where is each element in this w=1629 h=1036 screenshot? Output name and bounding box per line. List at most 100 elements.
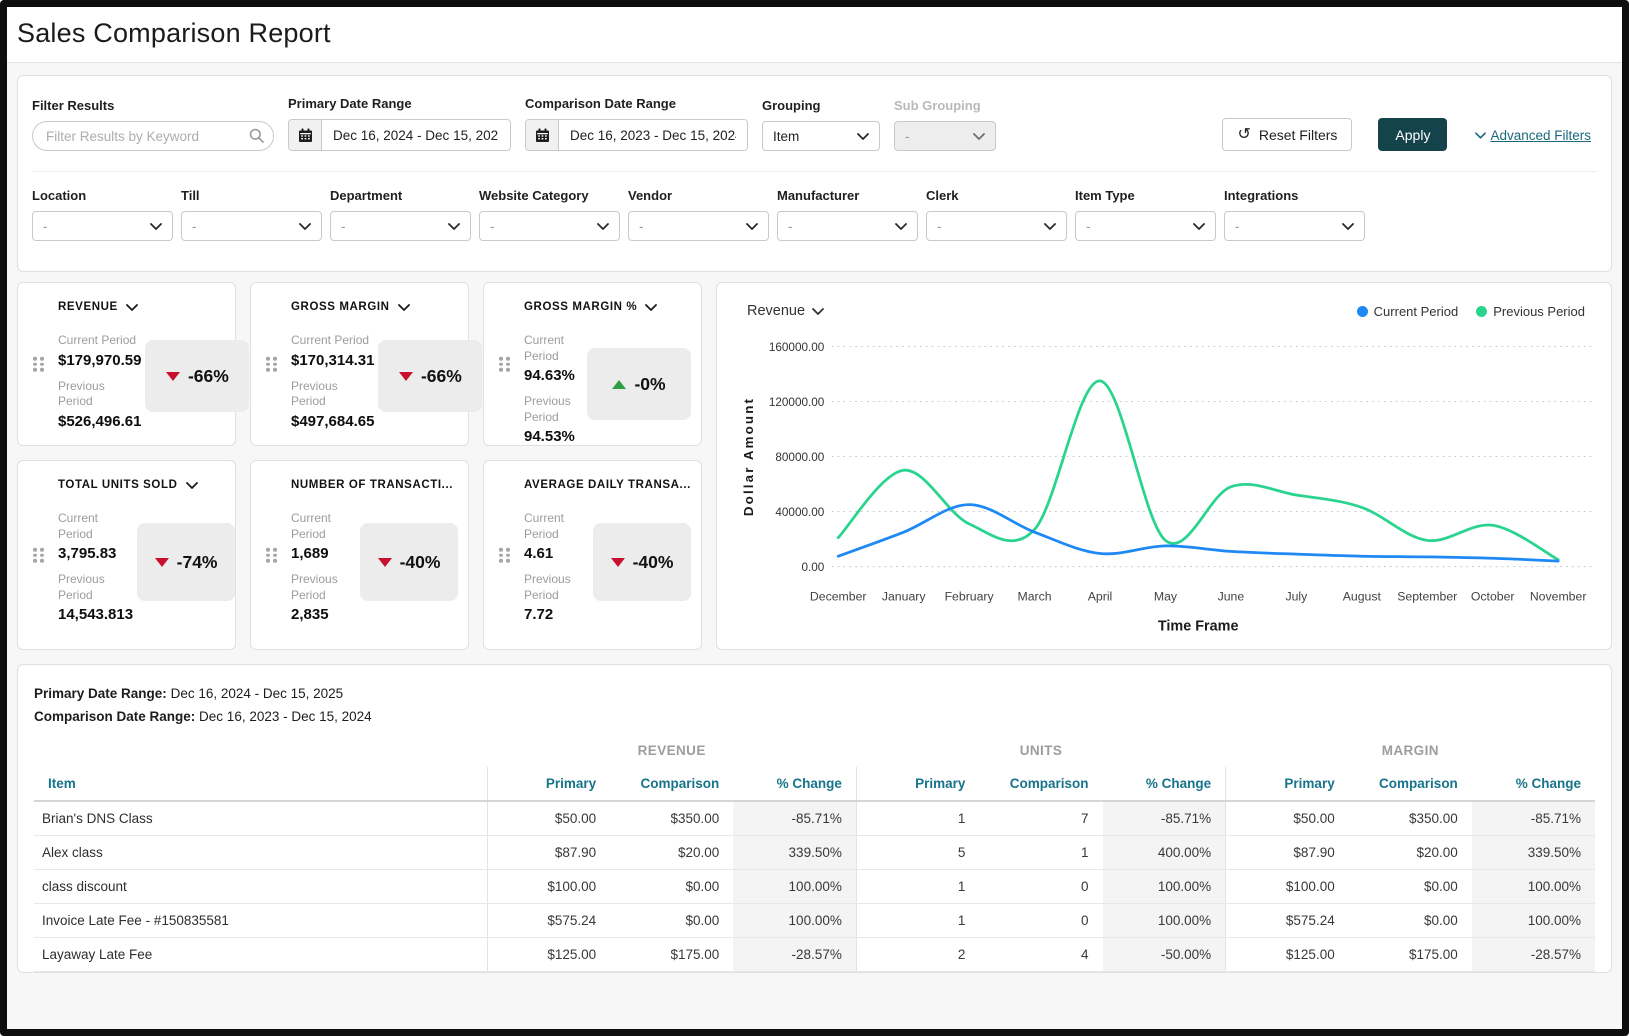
manufacturer-select[interactable]: - bbox=[777, 211, 918, 241]
percent-change-badge: -40% bbox=[360, 523, 458, 601]
filter-manufacturer: Manufacturer - bbox=[777, 188, 918, 241]
kpi-metric-selector[interactable]: GROSS MARGIN bbox=[291, 301, 458, 313]
apply-button[interactable]: Apply bbox=[1378, 118, 1447, 151]
svg-text:40000.00: 40000.00 bbox=[775, 506, 824, 519]
reset-icon: ↺ bbox=[1237, 127, 1250, 143]
value-cell: 339.50% bbox=[733, 836, 856, 870]
current-period-value: 4.61 bbox=[524, 545, 589, 562]
chart-metric-selector[interactable]: Revenue bbox=[747, 303, 824, 319]
filter-keyword-group: Filter Results bbox=[32, 98, 274, 151]
grouping-label: Grouping bbox=[762, 98, 880, 113]
column-header-revenue-change[interactable]: % Change bbox=[733, 767, 856, 801]
percent-change-badge: -74% bbox=[137, 523, 235, 601]
filter-clerk: Clerk - bbox=[926, 188, 1067, 241]
chevron-down-icon bbox=[973, 133, 985, 140]
drag-handle-icon[interactable] bbox=[33, 357, 44, 372]
sub-grouping-select: - bbox=[894, 121, 996, 151]
chevron-down-icon bbox=[1044, 223, 1056, 230]
column-header-units-change[interactable]: % Change bbox=[1103, 767, 1226, 801]
legend-item-current-period[interactable]: Current Period bbox=[1357, 304, 1459, 319]
comparison-date-input[interactable] bbox=[559, 120, 747, 150]
item-cell: class discount bbox=[34, 870, 487, 904]
calendar-icon[interactable] bbox=[289, 120, 322, 150]
current-period-label: Current Period bbox=[291, 511, 356, 542]
column-header-margin-change[interactable]: % Change bbox=[1472, 767, 1595, 801]
reset-filters-button[interactable]: ↺ Reset Filters bbox=[1222, 118, 1352, 151]
search-input[interactable] bbox=[32, 121, 274, 151]
chevron-down-icon bbox=[299, 223, 311, 230]
chevron-down-icon bbox=[1475, 132, 1486, 139]
filter-row-secondary: Location - Till - Department - Website C… bbox=[32, 171, 1597, 271]
column-header-margin-primary[interactable]: Primary bbox=[1226, 767, 1349, 801]
drag-handle-icon[interactable] bbox=[33, 548, 44, 563]
legend-item-previous-period[interactable]: Previous Period bbox=[1476, 304, 1585, 319]
column-header-margin-comparison[interactable]: Comparison bbox=[1349, 767, 1472, 801]
svg-text:September: September bbox=[1397, 590, 1457, 604]
kpi-metric-selector[interactable]: GROSS MARGIN % bbox=[524, 301, 691, 313]
item-type-select[interactable]: - bbox=[1075, 211, 1216, 241]
comparison-date-label: Comparison Date Range bbox=[525, 96, 748, 111]
svg-text:120000.00: 120000.00 bbox=[769, 396, 825, 409]
page-title: Sales Comparison Report bbox=[17, 18, 1606, 49]
value-cell: 1 bbox=[856, 904, 979, 938]
column-header-units-primary[interactable]: Primary bbox=[856, 767, 979, 801]
percent-change-badge: -0% bbox=[587, 348, 691, 420]
kpi-metric-selector[interactable]: AVERAGE DAILY TRANSA... bbox=[524, 479, 691, 491]
drag-handle-icon[interactable] bbox=[499, 357, 510, 372]
series-previous-period bbox=[838, 381, 1558, 560]
value-cell: $100.00 bbox=[1226, 870, 1349, 904]
kpi-card-gross-margin: GROSS MARGIN Current Period $170,314.31 … bbox=[250, 282, 469, 446]
location-select[interactable]: - bbox=[32, 211, 173, 241]
previous-period-value: 2,835 bbox=[291, 606, 356, 623]
table-row: class discount$100.00$0.00100.00%10100.0… bbox=[34, 870, 1595, 904]
comparison-table: REVENUEUNITSMARGINItemPrimaryComparison%… bbox=[34, 734, 1595, 972]
primary-date-label: Primary Date Range bbox=[288, 96, 511, 111]
drag-handle-icon[interactable] bbox=[266, 357, 277, 372]
item-cell: Brian's DNS Class bbox=[34, 801, 487, 836]
drag-handle-icon[interactable] bbox=[266, 548, 277, 563]
previous-period-value: 14,543.813 bbox=[58, 606, 133, 623]
filter-website-category: Website Category - bbox=[479, 188, 620, 241]
column-header-revenue-primary[interactable]: Primary bbox=[487, 767, 610, 801]
value-cell: 0 bbox=[979, 904, 1102, 938]
value-cell: 0 bbox=[979, 870, 1102, 904]
comparison-date-group: Comparison Date Range bbox=[525, 96, 748, 151]
primary-date-input[interactable] bbox=[322, 120, 510, 150]
kpi-card-revenue: REVENUE Current Period $179,970.59 Previ… bbox=[17, 282, 236, 446]
filter-results-label: Filter Results bbox=[32, 98, 274, 113]
kpi-metric-selector[interactable]: NUMBER OF TRANSACTI... bbox=[291, 479, 458, 491]
value-cell: $575.24 bbox=[487, 904, 610, 938]
column-header-revenue-comparison[interactable]: Comparison bbox=[610, 767, 733, 801]
previous-period-label: Previous Period bbox=[291, 379, 374, 410]
vendor-select[interactable]: - bbox=[628, 211, 769, 241]
website-category-select[interactable]: - bbox=[479, 211, 620, 241]
advanced-filters-link[interactable]: Advanced Filters bbox=[1475, 128, 1591, 143]
value-cell: 100.00% bbox=[733, 904, 856, 938]
clerk-select[interactable]: - bbox=[926, 211, 1067, 241]
group-header-row: REVENUEUNITSMARGIN bbox=[34, 734, 1595, 767]
chevron-down-icon bbox=[645, 304, 657, 311]
integrations-select[interactable]: - bbox=[1224, 211, 1365, 241]
column-header-units-comparison[interactable]: Comparison bbox=[979, 767, 1102, 801]
svg-text:Time Frame: Time Frame bbox=[1158, 619, 1239, 635]
kpi-metric-selector[interactable]: TOTAL UNITS SOLD bbox=[58, 479, 225, 491]
item-column-header[interactable]: Item bbox=[34, 767, 487, 801]
value-cell: $50.00 bbox=[1226, 801, 1349, 836]
value-cell: 100.00% bbox=[1472, 904, 1595, 938]
department-select[interactable]: - bbox=[330, 211, 471, 241]
value-cell: $50.00 bbox=[487, 801, 610, 836]
filter-integrations: Integrations - bbox=[1224, 188, 1365, 241]
grouping-select[interactable]: Item bbox=[762, 121, 880, 151]
kpi-metric-selector[interactable]: REVENUE bbox=[58, 301, 225, 313]
till-select[interactable]: - bbox=[181, 211, 322, 241]
svg-text:December: December bbox=[810, 590, 867, 604]
svg-text:November: November bbox=[1530, 590, 1587, 604]
value-cell: 1 bbox=[856, 801, 979, 836]
value-cell: $0.00 bbox=[610, 870, 733, 904]
value-cell: $350.00 bbox=[610, 801, 733, 836]
filter-panel: Filter Results Primary Date Range Compar… bbox=[17, 75, 1612, 272]
drag-handle-icon[interactable] bbox=[499, 548, 510, 563]
value-cell: 4 bbox=[979, 938, 1102, 972]
calendar-icon[interactable] bbox=[526, 120, 559, 150]
clerk-label: Clerk bbox=[926, 188, 1067, 203]
